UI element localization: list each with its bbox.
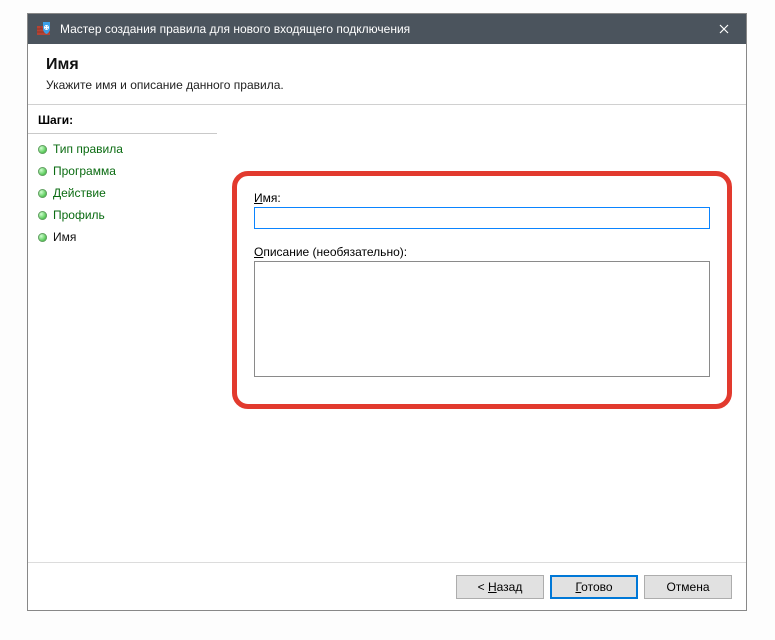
wizard-header: Имя Укажите имя и описание данного прави…	[28, 44, 746, 105]
main-panel: Имя: Описание (необязательно):	[218, 105, 746, 562]
page-subtitle: Укажите имя и описание данного правила.	[46, 78, 728, 92]
step-program[interactable]: Программа	[28, 160, 217, 182]
back-button[interactable]: < Назад	[456, 575, 544, 599]
close-button[interactable]	[701, 14, 746, 44]
step-profile[interactable]: Профиль	[28, 204, 217, 226]
step-dot-icon	[38, 145, 47, 154]
step-label: Имя	[53, 230, 76, 244]
description-field-label: Описание (необязательно):	[254, 245, 710, 259]
step-dot-icon	[38, 211, 47, 220]
finish-button[interactable]: Готово	[550, 575, 638, 599]
name-field-label: Имя:	[254, 191, 710, 205]
steps-sidebar: Шаги: Тип правила Программа Действие Про…	[28, 105, 218, 562]
close-icon	[719, 24, 729, 34]
step-label: Программа	[53, 164, 116, 178]
window-title: Мастер создания правила для нового входя…	[60, 22, 410, 36]
steps-heading: Шаги:	[28, 109, 217, 134]
step-label: Действие	[53, 186, 106, 200]
cancel-button[interactable]: Отмена	[644, 575, 732, 599]
wizard-window: Мастер создания правила для нового входя…	[28, 14, 746, 610]
step-action[interactable]: Действие	[28, 182, 217, 204]
step-rule-type[interactable]: Тип правила	[28, 138, 217, 160]
titlebar: Мастер создания правила для нового входя…	[28, 14, 746, 44]
name-input[interactable]	[254, 207, 710, 229]
step-name[interactable]: Имя	[28, 226, 217, 248]
step-dot-icon	[38, 233, 47, 242]
wizard-footer: < Назад Готово Отмена	[28, 562, 746, 610]
description-textarea[interactable]	[254, 261, 710, 377]
step-dot-icon	[38, 167, 47, 176]
page-title: Имя	[46, 56, 728, 74]
firewall-icon	[36, 21, 52, 37]
step-label: Профиль	[53, 208, 105, 222]
step-dot-icon	[38, 189, 47, 198]
step-label: Тип правила	[53, 142, 123, 156]
